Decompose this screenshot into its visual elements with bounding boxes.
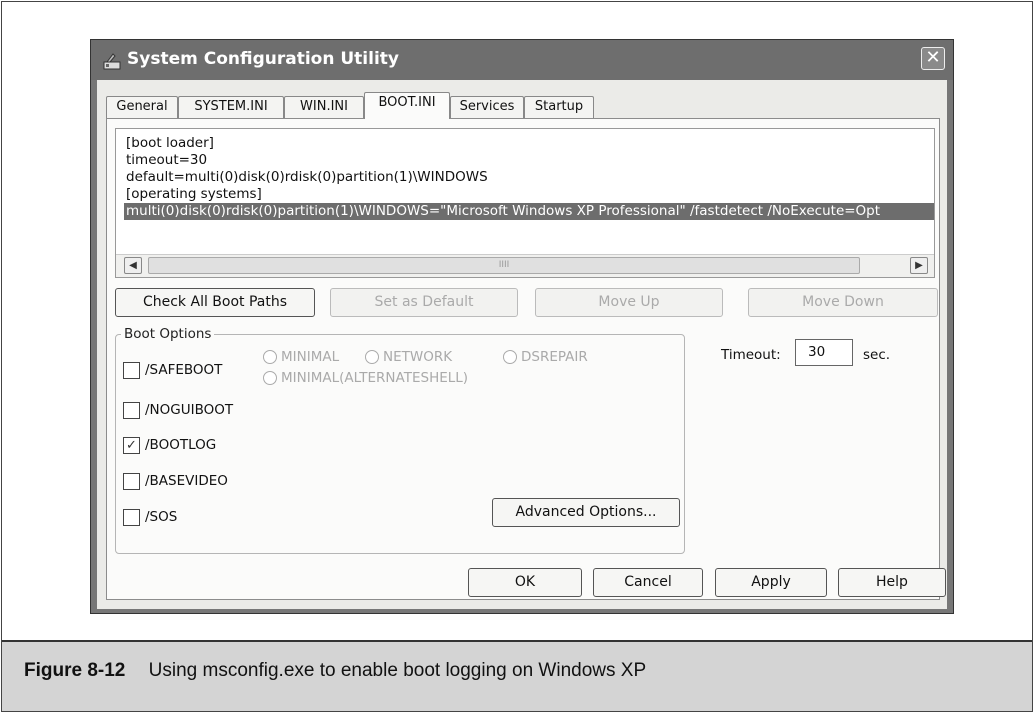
cancel-button[interactable]: Cancel: [593, 568, 703, 597]
basevideo-checkbox[interactable]: [123, 473, 140, 490]
boot-ini-listbox[interactable]: [boot loader] timeout=30 default=multi(0…: [115, 128, 935, 278]
radio-circle[interactable]: [365, 350, 379, 364]
scroll-thumb[interactable]: IIII: [148, 257, 860, 274]
dsrepair-label: DSREPAIR: [521, 349, 588, 365]
dialog-client-area: General SYSTEM.INI WIN.INI BOOT.INI Serv…: [97, 80, 947, 609]
boot-ini-line[interactable]: timeout=30: [126, 152, 207, 169]
boot-ini-line[interactable]: [boot loader]: [126, 135, 214, 152]
timeout-input[interactable]: 30: [795, 339, 853, 366]
apply-button[interactable]: Apply: [715, 568, 827, 597]
horizontal-scrollbar[interactable]: ◀ IIII ▶: [116, 254, 934, 277]
bootlog-label: /BOOTLOG: [145, 437, 217, 453]
radio-circle[interactable]: [263, 350, 277, 364]
sos-checkbox[interactable]: [123, 509, 140, 526]
figure-number: Figure 8-12: [24, 660, 126, 681]
msconfig-app-icon: [103, 51, 123, 71]
figure-caption: Figure 8-12 Using msconfig.exe to enable…: [24, 660, 646, 682]
check-all-boot-paths-button[interactable]: Check All Boot Paths: [115, 288, 315, 317]
safeboot-label: /SAFEBOOT: [145, 362, 223, 378]
tab-win-ini[interactable]: WIN.INI: [284, 96, 364, 118]
tab-startup[interactable]: Startup: [524, 96, 594, 118]
boot-options-legend: Boot Options: [121, 326, 215, 342]
tab-boot-ini[interactable]: BOOT.INI: [364, 92, 450, 119]
network-label: NETWORK: [383, 349, 453, 365]
check-icon: ✓: [126, 438, 137, 453]
boot-ini-line[interactable]: default=multi(0)disk(0)rdisk(0)partition…: [126, 169, 488, 186]
bootlog-checkbox[interactable]: ✓: [123, 437, 140, 454]
close-icon: ✕: [925, 47, 941, 68]
figure-caption-bar: Figure 8-12 Using msconfig.exe to enable…: [2, 640, 1032, 711]
timeout-unit: sec.: [863, 347, 891, 363]
set-as-default-button[interactable]: Set as Default: [330, 288, 518, 317]
system-configuration-window: System Configuration Utility ✕ General S…: [90, 39, 954, 614]
move-up-button[interactable]: Move Up: [535, 288, 723, 317]
title-bar: System Configuration Utility ✕: [91, 40, 953, 80]
close-button[interactable]: ✕: [921, 47, 945, 70]
radio-circle[interactable]: [503, 350, 517, 364]
ok-button[interactable]: OK: [468, 568, 582, 597]
tab-services[interactable]: Services: [450, 96, 524, 118]
timeout-label: Timeout:: [721, 347, 781, 363]
help-button[interactable]: Help: [838, 568, 946, 597]
sos-label: /SOS: [145, 509, 178, 525]
noguiboot-label: /NOGUIBOOT: [145, 402, 234, 418]
tab-system-ini[interactable]: SYSTEM.INI: [178, 96, 284, 118]
window-title: System Configuration Utility: [127, 49, 399, 69]
move-down-button[interactable]: Move Down: [748, 288, 938, 317]
minimal-alternateshell-label: MINIMAL(ALTERNATESHELL): [281, 370, 469, 386]
minimal-label: MINIMAL: [281, 349, 340, 365]
basevideo-label: /BASEVIDEO: [145, 473, 228, 489]
figure-frame: System Configuration Utility ✕ General S…: [1, 1, 1033, 712]
boot-ini-line-selected[interactable]: multi(0)disk(0)rdisk(0)partition(1)\WIND…: [124, 203, 934, 220]
tab-general[interactable]: General: [106, 96, 178, 118]
boot-ini-line[interactable]: [operating systems]: [126, 186, 262, 203]
radio-circle[interactable]: [263, 371, 277, 385]
scroll-left-icon[interactable]: ◀: [124, 257, 142, 274]
noguiboot-checkbox[interactable]: [123, 402, 140, 419]
advanced-options-button[interactable]: Advanced Options...: [492, 498, 680, 527]
safeboot-checkbox[interactable]: [123, 362, 140, 379]
figure-caption-text: Using msconfig.exe to enable boot loggin…: [148, 660, 647, 681]
scroll-right-icon[interactable]: ▶: [910, 257, 928, 274]
